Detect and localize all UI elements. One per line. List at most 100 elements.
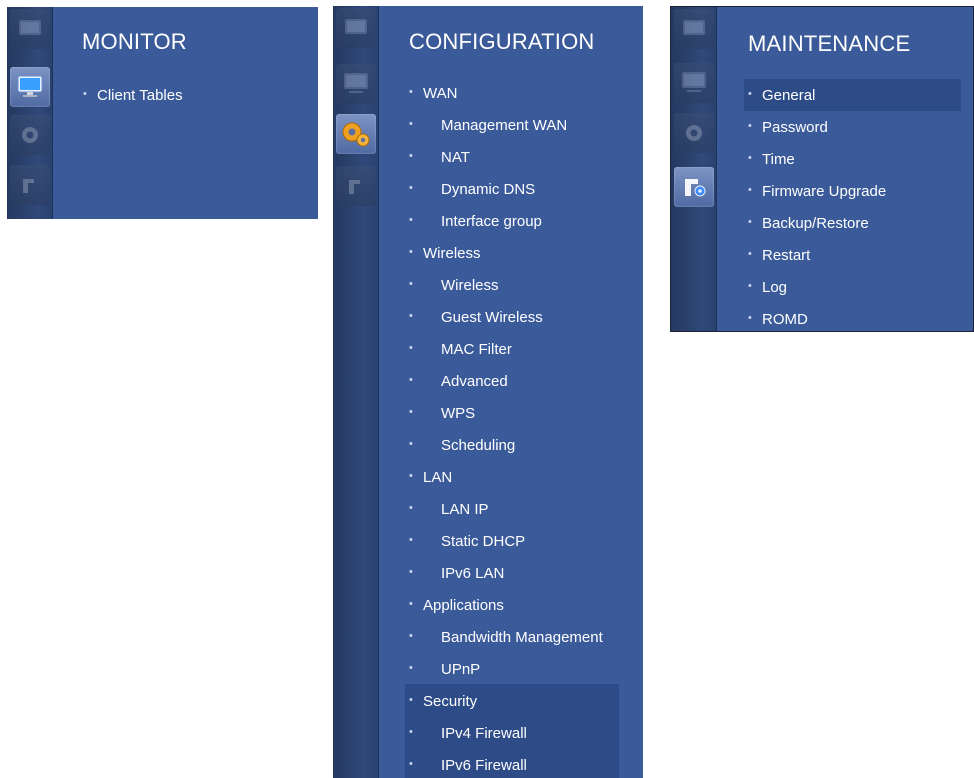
status-icon <box>683 20 705 35</box>
menu-item-nat[interactable]: • NAT <box>409 141 603 173</box>
menu-item-interface-group[interactable]: • Interface group <box>409 205 603 237</box>
bullet-icon: • <box>409 309 413 322</box>
bullet-icon: • <box>409 149 413 162</box>
maintenance-menu: • General • Password • Time • Firmware U… <box>744 79 961 331</box>
menu-item-upnp[interactable]: • UPnP <box>409 653 603 685</box>
menu-item-label: UPnP <box>441 660 481 678</box>
menu-item-label: Wireless <box>441 276 499 294</box>
menu-item-label: Guest Wireless <box>441 308 543 326</box>
monitor-tab[interactable] <box>336 64 376 104</box>
configuration-tab[interactable] <box>10 115 50 155</box>
bullet-icon: • <box>409 277 413 290</box>
menu-item-label: WAN <box>423 84 458 102</box>
bullet-icon: • <box>83 87 87 100</box>
menu-item-advanced[interactable]: • Advanced <box>409 365 603 397</box>
monitor-icon <box>17 75 43 97</box>
monitor-icon <box>682 72 706 92</box>
bullet-icon: • <box>409 725 413 738</box>
bullet-icon: • <box>409 661 413 674</box>
menu-item-label: Static DHCP <box>441 532 526 550</box>
monitor-title: MONITOR <box>82 29 187 54</box>
bullet-icon: • <box>409 373 413 386</box>
menu-item-management-wan[interactable]: • Management WAN <box>409 109 603 141</box>
menu-item-label: MAC Filter <box>441 340 512 358</box>
bullet-icon: • <box>748 151 752 164</box>
menu-item-label: Dynamic DNS <box>441 180 536 198</box>
gear-icon <box>342 122 370 147</box>
menu-item-label: WPS <box>441 404 476 422</box>
configuration-title: CONFIGURATION <box>409 29 595 54</box>
maintenance-tab[interactable] <box>336 166 376 206</box>
menu-item-label: Bandwidth Management <box>441 628 603 646</box>
bullet-icon: • <box>409 629 413 642</box>
menu-item-general[interactable]: • General <box>744 79 961 111</box>
menu-item-mac-filter[interactable]: • MAC Filter <box>409 333 603 365</box>
bullet-icon: • <box>409 85 413 98</box>
bullet-icon: • <box>409 117 413 130</box>
bullet-icon: • <box>409 597 413 610</box>
menu-item-applications-section[interactable]: • Applications <box>409 589 603 621</box>
bullet-icon: • <box>409 405 413 418</box>
menu-item-label: Client Tables <box>97 86 183 104</box>
maintenance-tab[interactable] <box>674 167 714 207</box>
menu-item-scheduling[interactable]: • Scheduling <box>409 429 603 461</box>
status-icon <box>19 20 41 35</box>
menu-item-guest-wireless[interactable]: • Guest Wireless <box>409 301 603 333</box>
configuration-panel: CONFIGURATION • WAN • Management WAN • N… <box>333 6 643 778</box>
menu-item-label: Password <box>762 118 828 136</box>
menu-item-time[interactable]: • Time <box>744 143 961 175</box>
menu-item-wireless[interactable]: • Wireless <box>409 269 603 301</box>
menu-item-label: Security <box>423 692 478 710</box>
monitor-icon <box>344 73 368 93</box>
configuration-tab[interactable] <box>674 113 714 153</box>
menu-item-label: Applications <box>423 596 504 614</box>
monitor-tab[interactable] <box>10 67 50 107</box>
menu-item-ipv6-lan[interactable]: • IPv6 LAN <box>409 557 603 589</box>
status-tab[interactable] <box>10 9 50 49</box>
menu-item-log[interactable]: • Log <box>744 271 961 303</box>
menu-item-label: Wireless <box>423 244 481 262</box>
bullet-icon: • <box>748 215 752 228</box>
menu-item-label: ROMD <box>762 310 808 328</box>
menu-item-dynamic-dns[interactable]: • Dynamic DNS <box>409 173 603 205</box>
menu-item-wps[interactable]: • WPS <box>409 397 603 429</box>
menu-item-label: NAT <box>441 148 470 166</box>
menu-item-restart[interactable]: • Restart <box>744 239 961 271</box>
menu-item-client-tables[interactable]: • Client Tables <box>83 79 183 111</box>
menu-item-static-dhcp[interactable]: • Static DHCP <box>409 525 603 557</box>
maintenance-tab[interactable] <box>10 165 50 205</box>
gear-icon <box>686 125 702 141</box>
menu-item-label: LAN IP <box>441 500 489 518</box>
menu-item-label: Interface group <box>441 212 542 230</box>
monitor-tab[interactable] <box>674 63 714 103</box>
bullet-icon: • <box>409 565 413 578</box>
configuration-tab[interactable] <box>336 114 376 154</box>
bullet-icon: • <box>409 181 413 194</box>
menu-item-firmware-upgrade[interactable]: • Firmware Upgrade <box>744 175 961 207</box>
menu-item-label: Firmware Upgrade <box>762 182 887 200</box>
menu-item-label: Advanced <box>441 372 508 390</box>
status-tab[interactable] <box>336 8 376 48</box>
maintenance-icon <box>685 179 706 197</box>
menu-item-ipv4-firewall[interactable]: • IPv4 Firewall <box>409 717 603 749</box>
menu-item-security-section[interactable]: • Security <box>409 685 603 717</box>
maintenance-icon <box>349 180 360 194</box>
menu-item-backup-restore[interactable]: • Backup/Restore <box>744 207 961 239</box>
configuration-menu: • WAN • Management WAN • NAT • Dynamic D… <box>409 77 603 778</box>
bullet-icon: • <box>409 501 413 514</box>
menu-item-ipv6-firewall[interactable]: • IPv6 Firewall <box>409 749 603 778</box>
status-tab[interactable] <box>674 9 714 49</box>
menu-item-password[interactable]: • Password <box>744 111 961 143</box>
monitor-sidebar <box>7 7 53 219</box>
menu-item-wireless-section[interactable]: • Wireless <box>409 237 603 269</box>
bullet-icon: • <box>748 279 752 292</box>
menu-item-lan-ip[interactable]: • LAN IP <box>409 493 603 525</box>
menu-item-label: Scheduling <box>441 436 516 454</box>
menu-item-wan[interactable]: • WAN <box>409 77 603 109</box>
menu-item-bandwidth-management[interactable]: • Bandwidth Management <box>409 621 603 653</box>
menu-item-label: IPv6 Firewall <box>441 756 527 774</box>
maintenance-icon <box>23 179 34 193</box>
menu-item-lan-section[interactable]: • LAN <box>409 461 603 493</box>
menu-item-romd[interactable]: • ROMD <box>744 303 961 331</box>
menu-item-label: IPv4 Firewall <box>441 724 527 742</box>
